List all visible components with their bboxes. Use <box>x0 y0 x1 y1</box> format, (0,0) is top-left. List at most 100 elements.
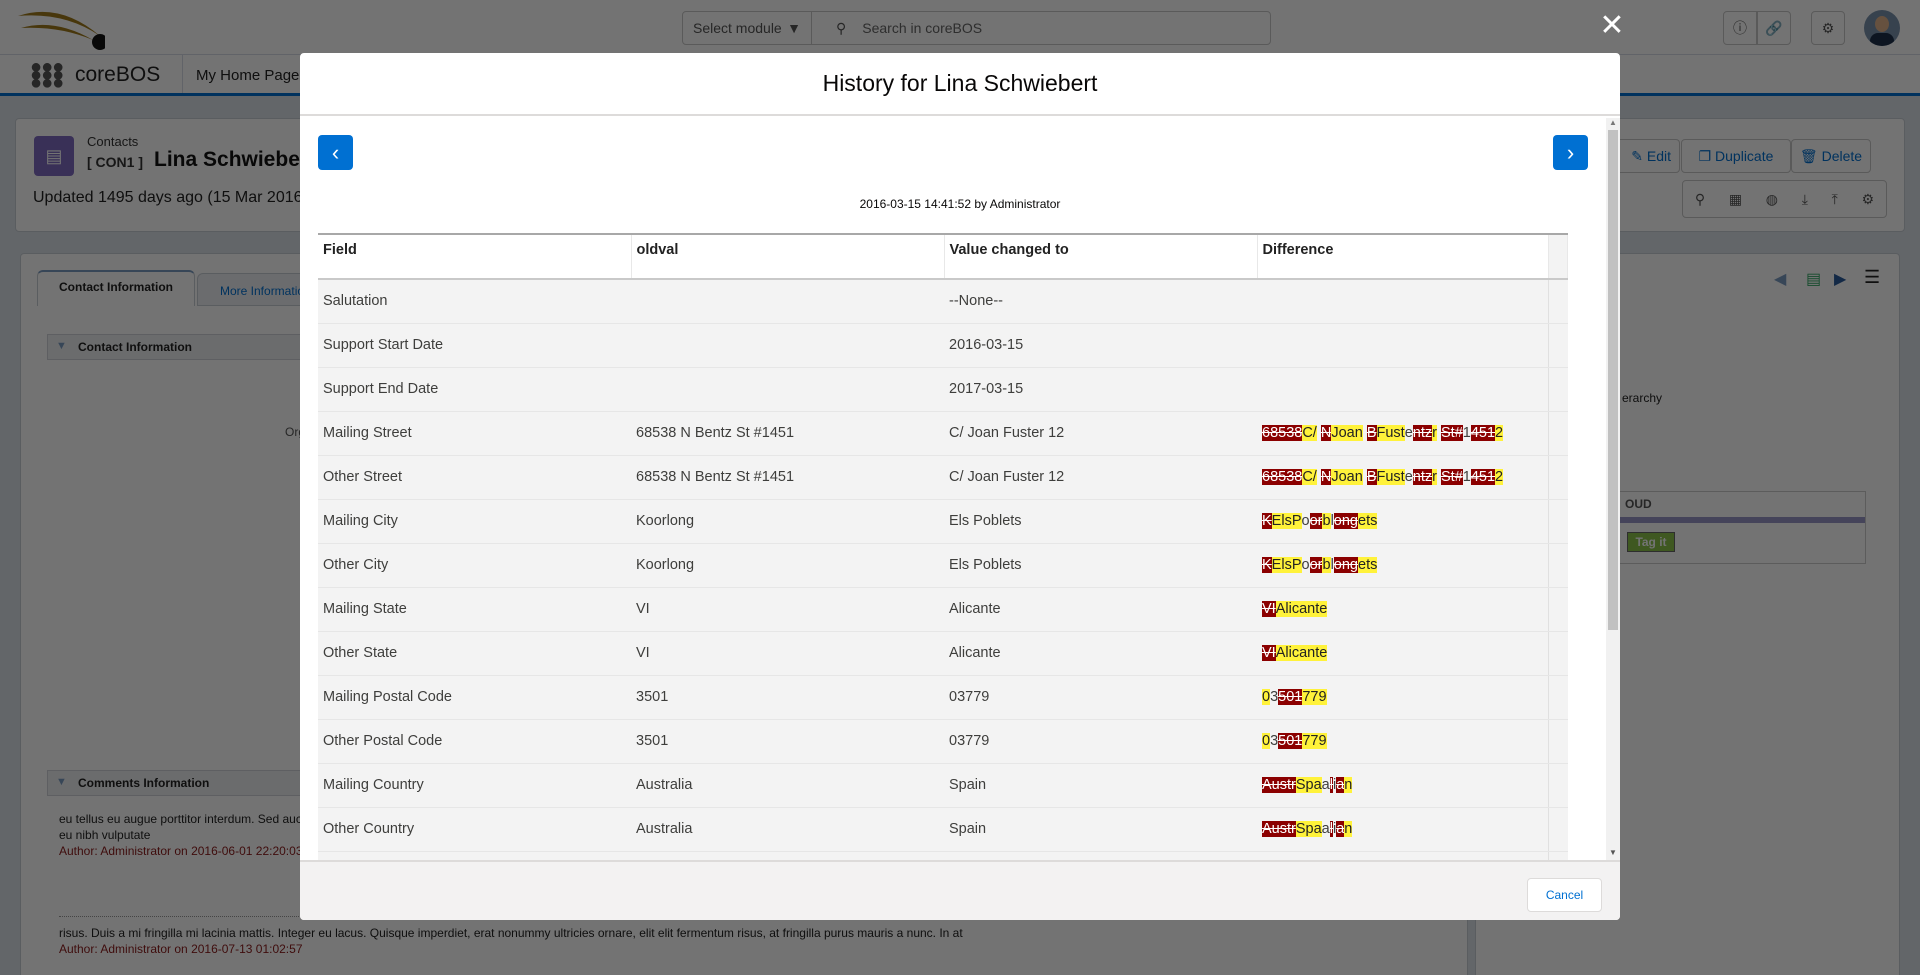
table-row: Support End Date 2017-03-15 <box>318 367 1568 412</box>
table-row: Other Postal Code 3501 03779 03501779 <box>318 719 1568 764</box>
modal-footer: Cancel <box>300 860 1620 920</box>
close-icon[interactable]: ✕ <box>1596 10 1628 42</box>
hierarchy-link-fragment[interactable]: erarchy <box>1622 391 1662 405</box>
table-scroll-gutter <box>1548 631 1568 676</box>
duplicate-button[interactable]: ❐ Duplicate <box>1681 139 1791 173</box>
cell-field: Other Street <box>318 455 631 500</box>
previous-change-button[interactable]: ‹ <box>318 135 353 170</box>
list-icon[interactable]: ☰ <box>1864 267 1880 288</box>
search-icon[interactable]: ⚲ <box>1695 191 1705 208</box>
table-row: Mailing Postal Code 3501 03779 03501779 <box>318 675 1568 720</box>
table-scroll-gutter <box>1548 587 1568 632</box>
cell-field: Mailing Street <box>318 411 631 456</box>
cell-new-value: 03779 <box>944 719 1257 764</box>
diff-inserted: C/ <box>1302 425 1317 441</box>
link-icon[interactable]: 🔗 <box>1757 11 1791 45</box>
nav-item-home[interactable]: My Home Page <box>196 67 299 84</box>
calendar-icon[interactable]: ▦ <box>1729 191 1742 208</box>
diff-deleted: St# <box>1441 425 1463 441</box>
cell-oldval: 3501 <box>631 675 944 720</box>
triangle-down-icon: ▼ <box>56 776 67 788</box>
diff-unchanged: a <box>1321 777 1330 793</box>
modal-body: ‹ › 2016-03-15 14:41:52 by Administrator… <box>300 116 1620 860</box>
diff-inserted: Alicante <box>1275 645 1328 661</box>
column-header-field: Field <box>318 235 632 280</box>
diff-unchanged: 1 <box>1462 469 1471 485</box>
print-icon[interactable]: ▤ <box>1806 269 1821 289</box>
table-row: Support Start Date 2016-03-15 <box>318 323 1568 368</box>
app-launcher-icon[interactable]: ●●● ●●● ●●● <box>30 57 64 93</box>
duplicate-label: Duplicate <box>1715 148 1774 164</box>
previous-record-icon[interactable]: ◀ <box>1774 269 1786 289</box>
modal-header: History for Lina Schwiebert <box>300 53 1620 116</box>
diff-unchanged: a <box>1321 821 1330 837</box>
cell-difference: AustrSpaalian <box>1257 807 1549 852</box>
global-search-input[interactable]: ⚲ Search in coreBOS <box>811 11 1271 45</box>
cell-field: Support Start Date <box>318 323 631 368</box>
gear-icon[interactable]: ⚙ <box>1862 191 1875 208</box>
cell-difference: VIAlicante <box>1257 631 1549 676</box>
next-record-icon[interactable]: ▶ <box>1834 269 1846 289</box>
tag-cloud-title: OUD <box>1625 497 1652 511</box>
scroll-down-icon[interactable]: ▼ <box>1609 848 1617 857</box>
cell-new-value: Alicante <box>944 631 1257 676</box>
diff-inserted: ElsP <box>1271 557 1302 573</box>
module-select[interactable]: Select module ▼ <box>682 11 812 45</box>
diff-deleted: ntz <box>1412 425 1433 441</box>
diff-unchanged: e <box>1404 469 1413 485</box>
next-change-button[interactable]: › <box>1553 135 1588 170</box>
diff-inserted: b <box>1322 513 1331 529</box>
upload-icon[interactable]: ⤒ <box>1832 191 1838 208</box>
tab-contact-information[interactable]: Contact Information <box>37 270 195 306</box>
diff-inserted: 0 <box>1262 733 1271 749</box>
table-row: Other Street 68538 N Bentz St #1451 C/ Joa… <box>318 455 1568 500</box>
table-scroll-gutter <box>1548 411 1568 456</box>
column-header-oldval: oldval <box>631 235 945 280</box>
cell-difference <box>1257 323 1549 368</box>
diff-deleted: B <box>1366 425 1377 441</box>
diff-deleted: Austr <box>1262 777 1296 793</box>
divider <box>182 55 183 93</box>
cell-new-value: 03779 <box>944 675 1257 720</box>
diff-deleted: K <box>1262 557 1272 573</box>
diff-deleted: or <box>1309 557 1323 573</box>
download-icon[interactable]: ⤓ <box>1802 191 1808 208</box>
scroll-up-icon[interactable]: ▲ <box>1609 118 1617 127</box>
diff-inserted: n <box>1344 821 1353 837</box>
cell-oldval <box>631 323 944 368</box>
diff-deleted: or <box>1309 513 1323 529</box>
cell-field: Description <box>318 851 631 860</box>
cell-oldval: Australia <box>631 807 944 852</box>
block-title: Contact Information <box>78 340 192 354</box>
delete-button[interactable]: 🗑 Delete <box>1791 139 1871 173</box>
table-scroll-gutter <box>1548 543 1568 588</box>
diff-inserted: 779 <box>1302 733 1327 749</box>
column-header-new-value: Value changed to <box>944 235 1258 280</box>
diff-inserted: n <box>1344 777 1353 793</box>
scrollbar-thumb[interactable] <box>1608 130 1618 630</box>
chevron-left-icon: ‹ <box>331 139 340 165</box>
diff-inserted: 779 <box>1302 689 1327 705</box>
info-icon[interactable]: ⓘ <box>1723 11 1757 45</box>
cell-oldval: 3501 <box>631 719 944 764</box>
cell-oldval: Koorlong <box>631 499 944 544</box>
cell-field: Salutation <box>318 279 631 324</box>
cell-oldval: 68538 N Bentz St #1451 <box>631 455 944 500</box>
diff-inserted: Fust <box>1376 469 1405 485</box>
table-scroll-gutter <box>1548 719 1568 764</box>
cancel-button[interactable]: Cancel <box>1527 878 1602 912</box>
diff-deleted: VI <box>1262 645 1276 661</box>
cell-field: Mailing State <box>318 587 631 632</box>
cell-difference: KElsPoorblongets <box>1257 543 1549 588</box>
avatar[interactable] <box>1864 10 1900 46</box>
table-scroll-gutter <box>1548 367 1568 412</box>
tag-it-button[interactable]: Tag it <box>1627 532 1675 552</box>
diff-unchanged: 3 <box>1270 733 1279 749</box>
record-updated: Updated 1495 days ago (15 Mar 2016) <box>33 189 308 206</box>
history-table: Field oldval Value changed to Difference… <box>318 233 1568 860</box>
tag-cloud: OUD Tag it <box>1589 491 1866 564</box>
chevron-right-icon: › <box>1566 139 1575 165</box>
cell-difference: 03501779 <box>1257 675 1549 720</box>
globe-icon[interactable]: ◍ <box>1766 191 1778 208</box>
gear-icon[interactable]: ⚙ <box>1811 11 1845 45</box>
